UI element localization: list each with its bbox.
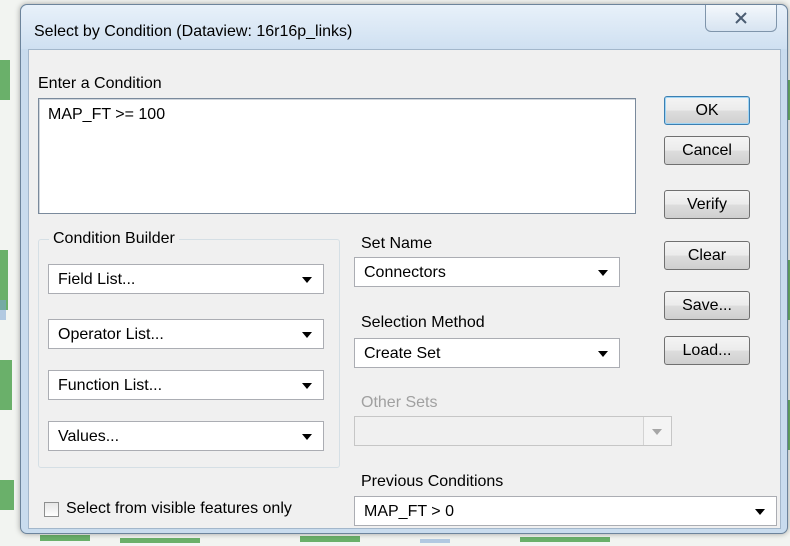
chevron-down-icon [302, 332, 312, 338]
enter-condition-label: Enter a Condition [38, 75, 162, 92]
previous-conditions-value: MAP_FT > 0 [364, 503, 454, 520]
chevron-down-icon [598, 351, 608, 357]
selection-method-dropdown[interactable]: Create Set [354, 338, 620, 368]
previous-conditions-label: Previous Conditions [361, 473, 504, 490]
values-value: Values... [58, 428, 120, 445]
dialog-title: Select by Condition (Dataview: 16r16p_li… [34, 23, 353, 40]
set-name-value: Connectors [364, 264, 446, 281]
cancel-button[interactable]: Cancel [664, 136, 750, 165]
function-list-dropdown[interactable]: Function List... [48, 370, 324, 400]
title-bar[interactable]: Select by Condition (Dataview: 16r16p_li… [21, 5, 787, 49]
field-list-value: Field List... [58, 271, 136, 288]
set-name-label: Set Name [361, 235, 433, 252]
chevron-down-icon [755, 509, 765, 515]
other-sets-dropdown [354, 416, 672, 446]
verify-button[interactable]: Verify [664, 190, 750, 219]
operator-list-dropdown[interactable]: Operator List... [48, 319, 324, 349]
visible-only-checkbox[interactable] [44, 502, 59, 517]
function-list-value: Function List... [58, 377, 163, 394]
selection-method-value: Create Set [364, 345, 441, 362]
select-by-condition-dialog: Select by Condition (Dataview: 16r16p_li… [20, 4, 788, 534]
chevron-down-icon [598, 270, 608, 276]
chevron-down-icon [302, 383, 312, 389]
chevron-down-icon [652, 429, 662, 435]
field-list-dropdown[interactable]: Field List... [48, 264, 324, 294]
selection-method-label: Selection Method [361, 314, 485, 331]
close-icon [735, 12, 747, 24]
other-sets-dropdown-button [643, 417, 671, 445]
condition-box[interactable]: MAP_FT >= 100 [38, 98, 636, 214]
operator-list-value: Operator List... [58, 326, 164, 343]
ok-button[interactable]: OK [664, 96, 750, 125]
clear-button[interactable]: Clear [664, 241, 750, 270]
dialog-body: Enter a Condition MAP_FT >= 100 OK Cance… [28, 49, 781, 529]
close-button[interactable] [705, 5, 777, 32]
other-sets-label: Other Sets [361, 394, 438, 411]
visible-only-label[interactable]: Select from visible features only [66, 500, 292, 518]
condition-input[interactable]: MAP_FT >= 100 [39, 99, 635, 213]
previous-conditions-dropdown[interactable]: MAP_FT > 0 [354, 496, 777, 526]
values-dropdown[interactable]: Values... [48, 421, 324, 451]
chevron-down-icon [302, 277, 312, 283]
condition-builder-label: Condition Builder [49, 230, 179, 248]
load-button[interactable]: Load... [664, 336, 750, 365]
chevron-down-icon [302, 434, 312, 440]
save-button[interactable]: Save... [664, 291, 750, 320]
set-name-dropdown[interactable]: Connectors [354, 257, 620, 287]
